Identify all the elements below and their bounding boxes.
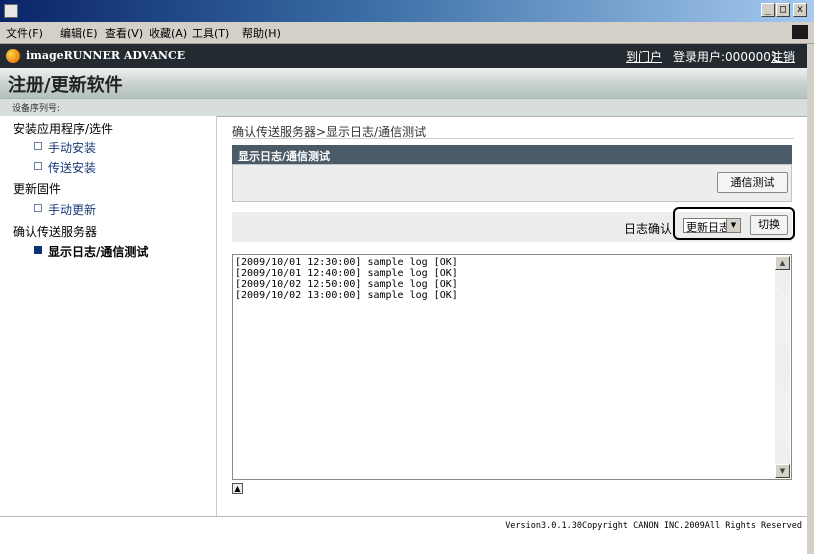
- panel-body: 通信测试: [232, 164, 792, 202]
- brand-name: imageRUNNER ADVANCE: [26, 49, 186, 62]
- menu-favorites[interactable]: 收藏(A): [149, 25, 187, 41]
- window-title-bar: _ □ x: [0, 0, 814, 22]
- scroll-up-icon[interactable]: ▲: [775, 256, 790, 270]
- menu-edit[interactable]: 编辑(E): [60, 25, 98, 41]
- device-serial-label: 设备序列号:: [12, 104, 61, 114]
- app-icon[interactable]: [4, 4, 18, 18]
- chevron-down-icon[interactable]: ▼: [726, 219, 740, 232]
- sidebar-section-install: 安装应用程序/选件: [13, 122, 114, 136]
- menu-view[interactable]: 查看(V): [105, 25, 143, 41]
- sidebar-item-manual-install[interactable]: 手动安装: [34, 139, 96, 156]
- copyright-text: Version3.0.1.30Copyright CANON INC.2009A…: [505, 521, 802, 531]
- log-line: [2009/10/02 13:00:00] sample log [OK]: [235, 290, 458, 301]
- footer-divider: [0, 516, 814, 517]
- bullet-icon: [34, 204, 42, 212]
- canon-logo-icon: [6, 49, 20, 63]
- page-title: 注册/更新软件: [8, 75, 123, 96]
- switch-button[interactable]: 切换: [750, 215, 788, 235]
- sidebar-section-firmware: 更新固件: [13, 182, 62, 196]
- sidebar-item-manual-update[interactable]: 手动更新: [34, 201, 96, 218]
- logout-link[interactable]: 注销: [771, 48, 795, 65]
- log-type-select[interactable]: 更新日志 ▼: [683, 218, 741, 234]
- panel-header: 显示日志/通信测试: [232, 145, 792, 164]
- log-content: [2009/10/01 12:30:00] sample log [OK] [2…: [235, 257, 765, 301]
- close-button[interactable]: x: [793, 3, 807, 17]
- sidebar-item-delivered-install[interactable]: 传送安装: [34, 159, 96, 176]
- bullet-icon: [34, 142, 42, 150]
- windows-flag-icon: [792, 25, 808, 39]
- comm-test-button[interactable]: 通信测试: [717, 172, 788, 193]
- log-type-select-value: 更新日志: [686, 221, 730, 234]
- menu-help[interactable]: 帮助(H): [242, 25, 281, 41]
- sidebar-item-log-test[interactable]: 显示日志/通信测试: [34, 243, 148, 260]
- bullet-icon: [34, 246, 42, 254]
- log-confirm-label: 日志确认:: [623, 222, 676, 236]
- scroll-down-icon[interactable]: ▼: [775, 464, 790, 478]
- page-top-icon[interactable]: ▲: [232, 483, 243, 494]
- log-line: [2009/10/02 12:50:00] sample log [OK]: [235, 279, 458, 290]
- maximize-button[interactable]: □: [776, 3, 790, 17]
- brand-bar: imageRUNNER ADVANCE 到门户 登录用户:0000001 注销: [0, 44, 814, 68]
- bullet-icon: [34, 162, 42, 170]
- log-line: [2009/10/01 12:30:00] sample log [OK]: [235, 257, 458, 268]
- serial-bar: 设备序列号:: [0, 98, 814, 117]
- breadcrumb-divider: [232, 138, 794, 139]
- menu-file[interactable]: 文件(F): [6, 25, 43, 41]
- panel-title: 显示日志/通信测试: [238, 150, 331, 163]
- portal-link[interactable]: 到门户: [626, 48, 662, 65]
- page-header: 注册/更新软件: [0, 68, 814, 98]
- sidebar-section-server: 确认传送服务器: [13, 225, 98, 239]
- minimize-button[interactable]: _: [761, 3, 775, 17]
- menu-bar: 文件(F) 编辑(E) 查看(V) 收藏(A) 工具(T) 帮助(H): [0, 22, 814, 44]
- window-scrollbar[interactable]: [807, 44, 814, 554]
- logged-in-user: 登录用户:0000001: [673, 50, 779, 64]
- log-scrollbar[interactable]: ▲ ▼: [775, 256, 790, 478]
- menu-tools[interactable]: 工具(T): [192, 25, 229, 41]
- sidebar: 安装应用程序/选件 手动安装 传送安装 更新固件 手动更新 确认传送服务器 显示…: [0, 116, 217, 516]
- log-line: [2009/10/01 12:40:00] sample log [OK]: [235, 268, 458, 279]
